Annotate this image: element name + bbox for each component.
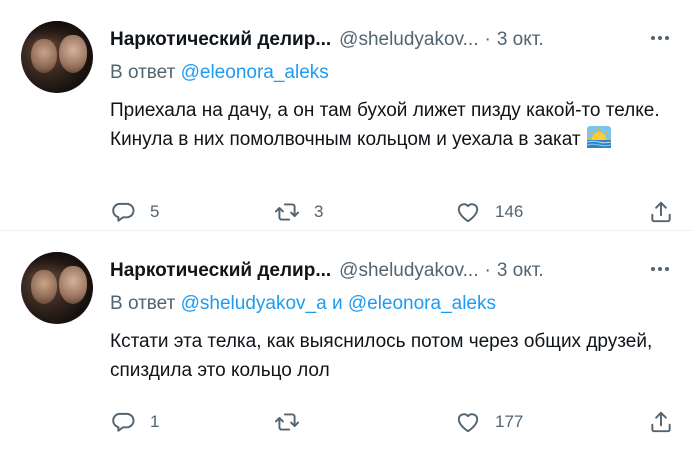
author-name[interactable]: Наркотический делир...	[110, 29, 331, 51]
more-icon[interactable]	[645, 258, 675, 280]
sunset-emoji-icon	[586, 126, 611, 148]
reply-count: 1	[150, 412, 160, 431]
share-button[interactable]	[648, 407, 674, 437]
tweet-actions: 5 3 146	[110, 197, 679, 227]
tweet-date[interactable]: 3 окт.	[497, 29, 544, 51]
reply-bubble-icon	[112, 202, 135, 222]
like-count: 146	[495, 202, 524, 221]
like-button[interactable]: 146	[455, 197, 523, 227]
reply-prefix: В ответ	[110, 293, 176, 314]
tweet-text: Приехала на дачу, а он там бухой лижет п…	[110, 96, 675, 154]
tweet[interactable]: Наркотический делир... @sheludyakov... ·…	[0, 0, 693, 231]
tweet-date[interactable]: 3 окт.	[497, 260, 544, 282]
share-upload-icon	[651, 411, 671, 433]
heart-icon	[457, 203, 479, 223]
retweet-button[interactable]: 3	[274, 197, 323, 227]
reply-mention-link[interactable]: @eleonora_aleks	[348, 293, 496, 314]
like-button[interactable]: 177	[455, 407, 523, 437]
author-handle[interactable]: @sheludyakov...	[339, 260, 478, 282]
reply-mention-link[interactable]: @sheludyakov_a	[181, 293, 327, 314]
reply-mention-link[interactable]: @eleonora_aleks	[181, 62, 329, 83]
share-upload-icon	[651, 201, 671, 223]
retweet-button[interactable]	[274, 407, 314, 437]
tweet-actions: 1 177	[110, 407, 679, 437]
avatar[interactable]	[21, 252, 93, 324]
separator-dot: ·	[484, 260, 491, 281]
tweet[interactable]: Наркотический делир... @sheludyakov... ·…	[0, 231, 693, 464]
more-icon[interactable]	[645, 27, 675, 49]
tweet-text-content: Кстати эта телка, как выяснилось потом ч…	[110, 331, 653, 381]
reply-to-line: В ответ @sheludyakov_a и @eleonora_aleks	[110, 293, 496, 315]
author-name[interactable]: Наркотический делир...	[110, 260, 331, 282]
avatar[interactable]	[21, 21, 93, 93]
retweet-count: 3	[314, 202, 324, 221]
tweet-header: Наркотический делир... @sheludyakov... ·…	[110, 27, 673, 53]
tweet-text: Кстати эта телка, как выяснилось потом ч…	[110, 327, 675, 385]
heart-icon	[457, 413, 479, 433]
like-count: 177	[495, 412, 524, 431]
reply-button[interactable]: 1	[110, 407, 159, 437]
reply-to-line: В ответ @eleonora_aleks	[110, 62, 329, 84]
tweet-text-content: Приехала на дачу, а он там бухой лижет п…	[110, 100, 660, 150]
reply-bubble-icon	[112, 412, 135, 432]
retweet-icon	[274, 413, 300, 431]
author-handle[interactable]: @sheludyakov...	[339, 29, 478, 51]
reply-button[interactable]: 5	[110, 197, 159, 227]
share-button[interactable]	[648, 197, 674, 227]
reply-joiner: и	[331, 293, 343, 314]
tweet-header: Наркотический делир... @sheludyakov... ·…	[110, 258, 673, 284]
reply-prefix: В ответ	[110, 62, 176, 83]
retweet-icon	[274, 203, 300, 221]
separator-dot: ·	[484, 29, 491, 50]
reply-count: 5	[150, 202, 160, 221]
